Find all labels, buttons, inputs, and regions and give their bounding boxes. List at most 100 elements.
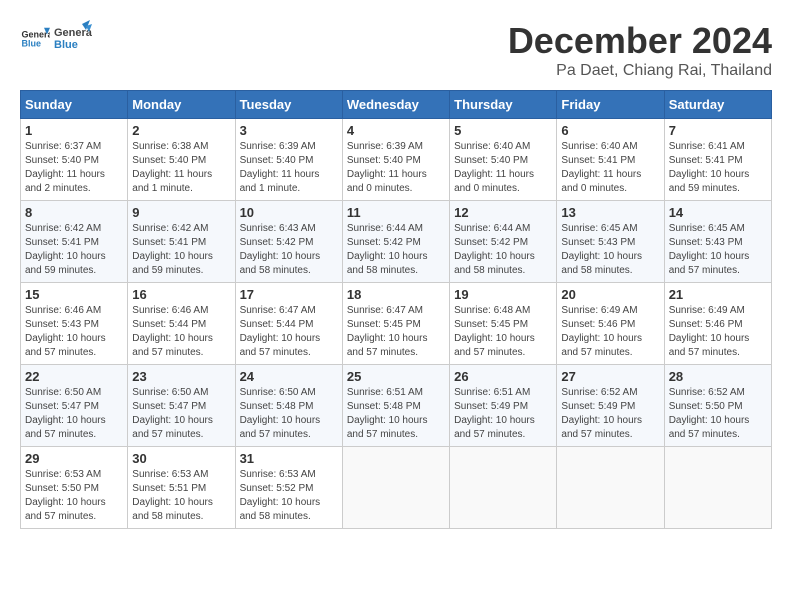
calendar-cell: 22 Sunrise: 6:50 AM Sunset: 5:47 PM Dayl… [21, 365, 128, 447]
day-info: Sunrise: 6:42 AM Sunset: 5:41 PM Dayligh… [25, 222, 123, 278]
day-info: Sunrise: 6:51 AM Sunset: 5:48 PM Dayligh… [347, 386, 445, 442]
day-info: Sunrise: 6:47 AM Sunset: 5:44 PM Dayligh… [240, 304, 338, 360]
calendar-cell: 19 Sunrise: 6:48 AM Sunset: 5:45 PM Dayl… [450, 283, 557, 365]
day-info: Sunrise: 6:48 AM Sunset: 5:45 PM Dayligh… [454, 304, 552, 360]
logo: General Blue General Blue [20, 20, 92, 58]
location-title: Pa Daet, Chiang Rai, Thailand [508, 62, 772, 80]
day-info: Sunrise: 6:49 AM Sunset: 5:46 PM Dayligh… [669, 304, 767, 360]
day-number: 1 [25, 123, 123, 138]
weekday-header-wednesday: Wednesday [342, 91, 449, 119]
day-info: Sunrise: 6:50 AM Sunset: 5:48 PM Dayligh… [240, 386, 338, 442]
day-info: Sunrise: 6:50 AM Sunset: 5:47 PM Dayligh… [25, 386, 123, 442]
day-info: Sunrise: 6:37 AM Sunset: 5:40 PM Dayligh… [25, 140, 123, 196]
calendar-cell: 5 Sunrise: 6:40 AM Sunset: 5:40 PM Dayli… [450, 119, 557, 201]
day-info: Sunrise: 6:39 AM Sunset: 5:40 PM Dayligh… [240, 140, 338, 196]
calendar-cell [557, 447, 664, 529]
day-number: 30 [132, 451, 230, 466]
calendar-cell: 17 Sunrise: 6:47 AM Sunset: 5:44 PM Dayl… [235, 283, 342, 365]
day-number: 19 [454, 287, 552, 302]
calendar-week-row: 29 Sunrise: 6:53 AM Sunset: 5:50 PM Dayl… [21, 447, 772, 529]
day-info: Sunrise: 6:49 AM Sunset: 5:46 PM Dayligh… [561, 304, 659, 360]
day-info: Sunrise: 6:51 AM Sunset: 5:49 PM Dayligh… [454, 386, 552, 442]
weekday-header-saturday: Saturday [664, 91, 771, 119]
day-info: Sunrise: 6:38 AM Sunset: 5:40 PM Dayligh… [132, 140, 230, 196]
day-number: 18 [347, 287, 445, 302]
day-number: 24 [240, 369, 338, 384]
calendar-cell: 31 Sunrise: 6:53 AM Sunset: 5:52 PM Dayl… [235, 447, 342, 529]
calendar-cell: 10 Sunrise: 6:43 AM Sunset: 5:42 PM Dayl… [235, 201, 342, 283]
calendar-cell: 23 Sunrise: 6:50 AM Sunset: 5:47 PM Dayl… [128, 365, 235, 447]
day-number: 26 [454, 369, 552, 384]
calendar-cell: 29 Sunrise: 6:53 AM Sunset: 5:50 PM Dayl… [21, 447, 128, 529]
calendar-cell [450, 447, 557, 529]
calendar-cell: 15 Sunrise: 6:46 AM Sunset: 5:43 PM Dayl… [21, 283, 128, 365]
title-area: December 2024 Pa Daet, Chiang Rai, Thail… [508, 20, 772, 80]
day-info: Sunrise: 6:47 AM Sunset: 5:45 PM Dayligh… [347, 304, 445, 360]
day-info: Sunrise: 6:41 AM Sunset: 5:41 PM Dayligh… [669, 140, 767, 196]
calendar-cell: 12 Sunrise: 6:44 AM Sunset: 5:42 PM Dayl… [450, 201, 557, 283]
calendar-cell: 13 Sunrise: 6:45 AM Sunset: 5:43 PM Dayl… [557, 201, 664, 283]
day-number: 29 [25, 451, 123, 466]
day-number: 9 [132, 205, 230, 220]
calendar-cell: 7 Sunrise: 6:41 AM Sunset: 5:41 PM Dayli… [664, 119, 771, 201]
day-number: 12 [454, 205, 552, 220]
calendar-week-row: 22 Sunrise: 6:50 AM Sunset: 5:47 PM Dayl… [21, 365, 772, 447]
calendar-table: SundayMondayTuesdayWednesdayThursdayFrid… [20, 90, 772, 529]
calendar-cell: 25 Sunrise: 6:51 AM Sunset: 5:48 PM Dayl… [342, 365, 449, 447]
calendar-cell [664, 447, 771, 529]
calendar-cell: 28 Sunrise: 6:52 AM Sunset: 5:50 PM Dayl… [664, 365, 771, 447]
calendar-cell: 16 Sunrise: 6:46 AM Sunset: 5:44 PM Dayl… [128, 283, 235, 365]
day-number: 14 [669, 205, 767, 220]
day-number: 10 [240, 205, 338, 220]
weekday-header-sunday: Sunday [21, 91, 128, 119]
day-number: 16 [132, 287, 230, 302]
day-info: Sunrise: 6:42 AM Sunset: 5:41 PM Dayligh… [132, 222, 230, 278]
day-info: Sunrise: 6:43 AM Sunset: 5:42 PM Dayligh… [240, 222, 338, 278]
day-info: Sunrise: 6:50 AM Sunset: 5:47 PM Dayligh… [132, 386, 230, 442]
calendar-cell: 1 Sunrise: 6:37 AM Sunset: 5:40 PM Dayli… [21, 119, 128, 201]
svg-text:Blue: Blue [22, 39, 42, 49]
day-number: 27 [561, 369, 659, 384]
day-info: Sunrise: 6:40 AM Sunset: 5:41 PM Dayligh… [561, 140, 659, 196]
logo-icon: General Blue [20, 24, 50, 54]
day-info: Sunrise: 6:46 AM Sunset: 5:44 PM Dayligh… [132, 304, 230, 360]
day-info: Sunrise: 6:53 AM Sunset: 5:52 PM Dayligh… [240, 468, 338, 524]
day-number: 28 [669, 369, 767, 384]
day-info: Sunrise: 6:46 AM Sunset: 5:43 PM Dayligh… [25, 304, 123, 360]
day-number: 7 [669, 123, 767, 138]
svg-text:Blue: Blue [54, 39, 78, 51]
day-number: 13 [561, 205, 659, 220]
day-info: Sunrise: 6:40 AM Sunset: 5:40 PM Dayligh… [454, 140, 552, 196]
day-info: Sunrise: 6:52 AM Sunset: 5:50 PM Dayligh… [669, 386, 767, 442]
day-number: 6 [561, 123, 659, 138]
day-number: 11 [347, 205, 445, 220]
calendar-cell [342, 447, 449, 529]
day-info: Sunrise: 6:45 AM Sunset: 5:43 PM Dayligh… [561, 222, 659, 278]
calendar-cell: 8 Sunrise: 6:42 AM Sunset: 5:41 PM Dayli… [21, 201, 128, 283]
day-number: 3 [240, 123, 338, 138]
day-number: 22 [25, 369, 123, 384]
day-number: 2 [132, 123, 230, 138]
page-header: General Blue General Blue December 2024 … [20, 20, 772, 80]
day-number: 4 [347, 123, 445, 138]
calendar-cell: 9 Sunrise: 6:42 AM Sunset: 5:41 PM Dayli… [128, 201, 235, 283]
calendar-cell: 24 Sunrise: 6:50 AM Sunset: 5:48 PM Dayl… [235, 365, 342, 447]
calendar-cell: 2 Sunrise: 6:38 AM Sunset: 5:40 PM Dayli… [128, 119, 235, 201]
calendar-week-row: 15 Sunrise: 6:46 AM Sunset: 5:43 PM Dayl… [21, 283, 772, 365]
calendar-cell: 20 Sunrise: 6:49 AM Sunset: 5:46 PM Dayl… [557, 283, 664, 365]
day-number: 25 [347, 369, 445, 384]
day-info: Sunrise: 6:45 AM Sunset: 5:43 PM Dayligh… [669, 222, 767, 278]
day-number: 15 [25, 287, 123, 302]
day-number: 20 [561, 287, 659, 302]
logo-bird-icon: General Blue [54, 20, 92, 58]
day-info: Sunrise: 6:53 AM Sunset: 5:51 PM Dayligh… [132, 468, 230, 524]
day-info: Sunrise: 6:53 AM Sunset: 5:50 PM Dayligh… [25, 468, 123, 524]
weekday-header-thursday: Thursday [450, 91, 557, 119]
weekday-header-monday: Monday [128, 91, 235, 119]
calendar-cell: 11 Sunrise: 6:44 AM Sunset: 5:42 PM Dayl… [342, 201, 449, 283]
calendar-cell: 21 Sunrise: 6:49 AM Sunset: 5:46 PM Dayl… [664, 283, 771, 365]
month-title: December 2024 [508, 20, 772, 62]
day-number: 21 [669, 287, 767, 302]
calendar-cell: 14 Sunrise: 6:45 AM Sunset: 5:43 PM Dayl… [664, 201, 771, 283]
calendar-week-row: 8 Sunrise: 6:42 AM Sunset: 5:41 PM Dayli… [21, 201, 772, 283]
